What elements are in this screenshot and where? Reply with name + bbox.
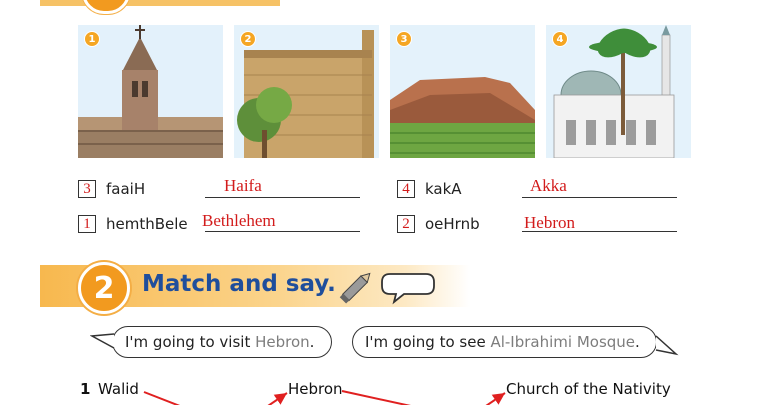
- matching-lines: [143, 390, 506, 405]
